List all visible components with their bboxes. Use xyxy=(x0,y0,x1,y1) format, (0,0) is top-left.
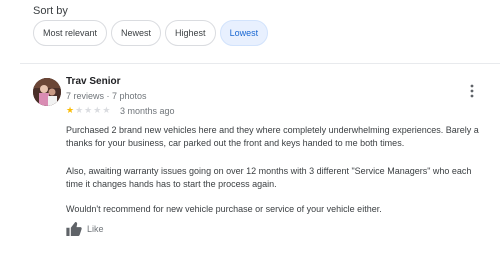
star-icon: ★ xyxy=(84,105,93,115)
like-button[interactable]: Like xyxy=(66,222,104,236)
review-line: Purchased 2 brand new vehicles here and … xyxy=(66,125,479,135)
review-paragraph: Purchased 2 brand new vehicles here and … xyxy=(66,124,496,150)
review-line: Wouldn't recommend for new vehicle purch… xyxy=(66,204,382,214)
star-icon: ★ xyxy=(102,105,111,115)
avatar-photo xyxy=(33,78,61,106)
reviewer-avatar[interactable] xyxy=(33,78,61,106)
thumb-up-icon xyxy=(66,222,82,236)
star-icon: ★ xyxy=(93,105,102,115)
reviewer-name[interactable]: Trav Senior xyxy=(66,76,120,87)
sort-options: Most relevant Newest Highest Lowest xyxy=(33,20,269,46)
review-line: thanks for your business, car parked out… xyxy=(66,138,405,148)
more-vert-icon[interactable] xyxy=(470,84,474,98)
sort-lowest-chip[interactable]: Lowest xyxy=(219,20,269,46)
review-paragraph: Wouldn't recommend for new vehicle purch… xyxy=(66,203,496,216)
star-icon: ★ xyxy=(66,105,75,115)
review-paragraph: Also, awaiting warranty issues going on … xyxy=(66,165,496,191)
reviewer-meta: 7 reviews · 7 photos xyxy=(66,91,147,101)
sort-newest-chip[interactable]: Newest xyxy=(111,20,162,46)
review-line: Also, awaiting warranty issues going on … xyxy=(66,166,472,176)
sort-by-label: Sort by xyxy=(33,5,68,17)
review-date: 3 months ago xyxy=(120,106,175,116)
star-rating: ★ ★ ★ ★ ★ xyxy=(66,106,110,115)
sort-most-relevant-chip[interactable]: Most relevant xyxy=(33,20,108,46)
like-label: Like xyxy=(87,224,104,234)
divider xyxy=(20,63,500,64)
star-icon: ★ xyxy=(75,105,84,115)
review-line: time it changes hands has to start the p… xyxy=(66,179,277,189)
sort-highest-chip[interactable]: Highest xyxy=(165,20,216,46)
